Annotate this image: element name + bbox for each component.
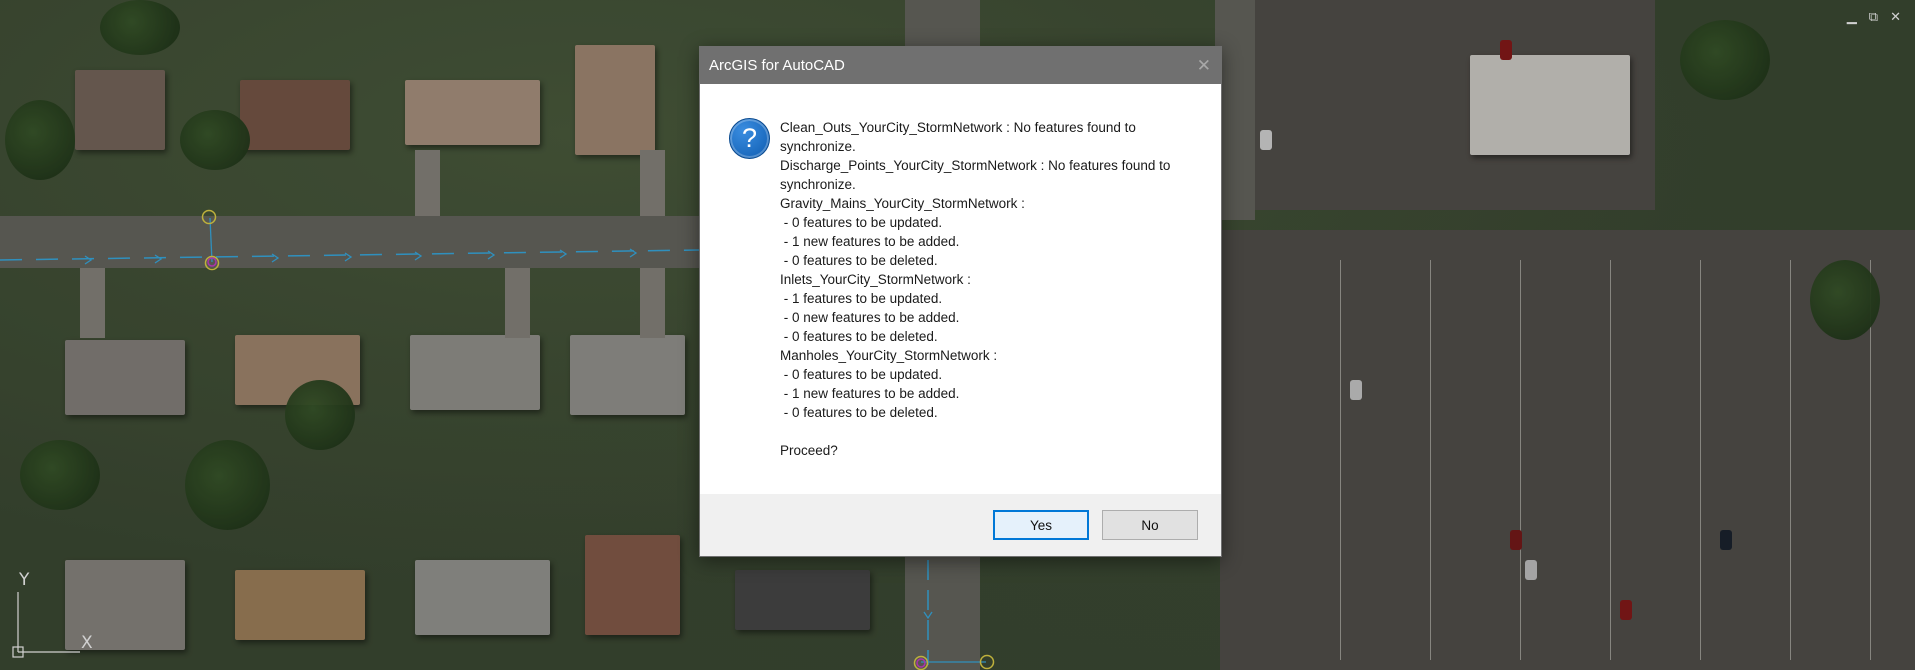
message-line: - 1 new features to be added. <box>780 386 960 401</box>
yes-button[interactable]: Yes <box>993 510 1089 540</box>
message-line: - 0 features to be deleted. <box>780 329 938 344</box>
message-line: - 0 features to be deleted. <box>780 405 938 420</box>
message-line: - 0 features to be updated. <box>780 215 943 230</box>
dialog-close-icon[interactable]: ✕ <box>1197 56 1211 76</box>
dialog-titlebar[interactable]: ArcGIS for AutoCAD ✕ <box>700 47 1221 84</box>
dialog-body: ? Clean_Outs_YourCity_StormNetwork : No … <box>700 84 1221 494</box>
dialog-footer: Yes No <box>700 494 1221 556</box>
question-icon: ? <box>729 118 770 159</box>
dialog-message: Clean_Outs_YourCity_StormNetwork : No fe… <box>780 118 1185 494</box>
message-line: Clean_Outs_YourCity_StormNetwork : No fe… <box>780 120 1136 135</box>
no-button[interactable]: No <box>1102 510 1198 540</box>
message-line: - 1 new features to be added. <box>780 234 960 249</box>
message-line: - 1 features to be updated. <box>780 291 943 306</box>
message-line: - 0 features to be deleted. <box>780 253 938 268</box>
message-line: synchronize. <box>780 177 856 192</box>
message-line: Gravity_Mains_YourCity_StormNetwork : <box>780 196 1025 211</box>
message-line: Inlets_YourCity_StormNetwork : <box>780 272 971 287</box>
sync-confirm-dialog: ArcGIS for AutoCAD ✕ ? Clean_Outs_YourCi… <box>699 46 1222 557</box>
message-line: - 0 features to be updated. <box>780 367 943 382</box>
message-line: synchronize. <box>780 139 856 154</box>
dialog-title: ArcGIS for AutoCAD <box>709 57 845 74</box>
message-line: - 0 new features to be added. <box>780 310 960 325</box>
message-line: Manholes_YourCity_StormNetwork : <box>780 348 998 363</box>
message-line: Proceed? <box>780 443 838 458</box>
message-line: Discharge_Points_YourCity_StormNetwork :… <box>780 158 1171 173</box>
